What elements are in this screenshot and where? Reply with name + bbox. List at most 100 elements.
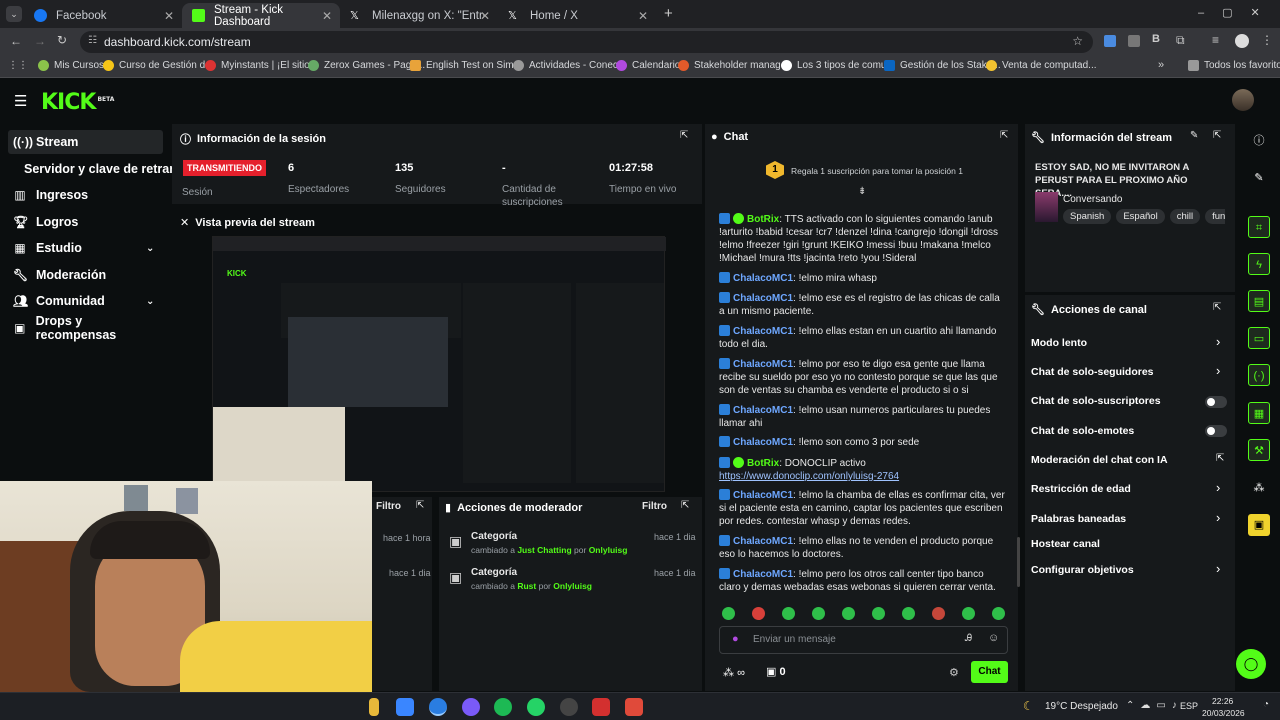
wrench-icon[interactable]: ⚒ xyxy=(1248,439,1270,461)
forward-icon[interactable]: → xyxy=(34,34,46,48)
sidebar-item-server-key[interactable]: Servidor y clave de retransm xyxy=(19,157,179,181)
language-indicator[interactable]: ESP xyxy=(1180,701,1198,711)
weather-text[interactable]: 19°C Despejado xyxy=(1045,701,1118,712)
gift-count[interactable]: ▣ 0 xyxy=(766,665,786,678)
app-icon[interactable] xyxy=(592,698,610,716)
popout-icon[interactable]: ⇱ xyxy=(681,500,689,511)
action-slow-mode[interactable]: Modo lento xyxy=(1031,337,1087,349)
tab-x-home[interactable]: 𝕏 Home / X ✕ xyxy=(498,3,656,28)
extension-icon[interactable]: B xyxy=(1152,33,1160,45)
close-icon[interactable]: ✕ xyxy=(322,9,332,23)
lightning-icon[interactable]: ϟ xyxy=(1248,253,1270,275)
sidebar-item-comunidad[interactable]: 👥︎ Comunidad ⌄ xyxy=(8,289,163,313)
notification-icon[interactable]: ◔ xyxy=(1263,699,1269,710)
new-tab-button[interactable]: + xyxy=(664,5,673,22)
url-field[interactable]: ☷ dashboard.kick.com/stream ☆ xyxy=(80,31,1093,53)
emote-icon[interactable] xyxy=(722,607,735,620)
profile-avatar[interactable] xyxy=(1235,34,1249,48)
chrome-icon[interactable] xyxy=(429,698,447,716)
tag-chip[interactable]: chill xyxy=(1169,209,1201,224)
extension-icon[interactable] xyxy=(1104,35,1116,47)
tag-chip[interactable]: Español xyxy=(1116,209,1165,224)
store-icon[interactable] xyxy=(396,698,414,716)
emote-icon[interactable] xyxy=(842,607,855,620)
send-chat-button[interactable]: Chat xyxy=(971,661,1008,683)
extension-icon[interactable] xyxy=(1128,35,1140,47)
clock-time[interactable]: 22:26 xyxy=(1212,696,1233,706)
window-controls[interactable]: –▢✕ xyxy=(1198,6,1278,19)
filter-button[interactable]: Filtro xyxy=(642,501,667,512)
file-explorer-icon[interactable] xyxy=(369,698,379,716)
sidebar-item-stream[interactable]: ((·)) Stream xyxy=(8,130,163,154)
tag-chip[interactable]: funn xyxy=(1205,209,1225,224)
menu-icon[interactable]: ⋮ xyxy=(1261,33,1273,47)
sidebar-item-logros[interactable]: 🏆︎ Logros xyxy=(8,210,163,234)
puzzle-icon[interactable]: ⧉ xyxy=(1176,33,1185,48)
action-banned-words[interactable]: Palabras baneadas xyxy=(1031,513,1126,525)
all-bookmarks-folder[interactable]: Todos los favoritos xyxy=(1188,60,1280,71)
microphone-icon[interactable]: ● xyxy=(732,633,739,645)
tag-chip[interactable]: Spanish xyxy=(1063,209,1112,224)
bookmark[interactable]: Calendario xyxy=(616,60,680,71)
hamburger-menu-icon[interactable]: ☰ xyxy=(14,92,27,110)
info-icon[interactable]: ⓘ xyxy=(1248,130,1270,152)
clip-icon[interactable]: ⌗ xyxy=(1248,216,1270,238)
obs-icon[interactable] xyxy=(560,698,578,716)
emote-icon[interactable] xyxy=(782,607,795,620)
reading-list-icon[interactable]: ≡ xyxy=(1212,33,1219,47)
subscribers-only-toggle[interactable] xyxy=(1205,396,1227,408)
action-followers-only[interactable]: Chat de solo-seguidores xyxy=(1031,366,1154,378)
bookmark[interactable]: English Test on Sim... xyxy=(410,60,522,71)
bookmark[interactable]: Los 3 tipos de comu... xyxy=(781,60,895,71)
tab-search-button[interactable]: ⌄ xyxy=(6,6,22,22)
close-icon[interactable]: ✕ xyxy=(480,9,490,23)
system-tray-icons[interactable]: ⌃☁▭♪ xyxy=(1126,700,1183,711)
popout-icon[interactable]: ⇱ xyxy=(1000,130,1008,141)
clock-date[interactable]: 20/03/2026 xyxy=(1202,708,1245,718)
emote-icon[interactable] xyxy=(812,607,825,620)
tab-facebook[interactable]: Facebook ✕ xyxy=(24,3,182,28)
translate-icon[interactable]: Ꭿ xyxy=(965,633,972,644)
stream-preview-video[interactable]: KICK xyxy=(212,236,666,493)
sidebar-item-estudio[interactable]: ▦ Estudio ⌄ xyxy=(8,236,163,260)
bookmark[interactable]: Stakeholder manag... xyxy=(678,60,789,71)
tab-kick-dashboard[interactable]: Stream - Kick Dashboard ✕ xyxy=(182,3,340,28)
close-icon[interactable]: ✕ xyxy=(164,9,174,23)
sidebar-item-drops[interactable]: ▣ Drops y recompensas xyxy=(8,314,163,342)
chevron-right-icon[interactable]: › xyxy=(1216,510,1220,525)
bookmark[interactable]: Actividades - Conec... xyxy=(513,60,626,71)
reload-icon[interactable]: ↻ xyxy=(57,33,67,47)
bookmark[interactable]: Myinstants | ¡El sitio... xyxy=(205,60,318,71)
discord-icon[interactable] xyxy=(462,698,480,716)
kick-logo[interactable]: KICK BETA xyxy=(41,90,114,115)
store-icon[interactable]: ▦ xyxy=(1248,402,1270,424)
chevron-right-icon[interactable]: › xyxy=(1216,334,1220,349)
emote-icon[interactable] xyxy=(752,607,765,620)
action-configure-goals[interactable]: Configurar objetivos xyxy=(1031,564,1134,576)
popout-icon[interactable]: ⇱ xyxy=(1213,302,1221,313)
edit-icon[interactable]: ✎ xyxy=(1190,130,1198,141)
chat-scrollbar[interactable] xyxy=(1017,537,1020,587)
action-ai-moderation[interactable]: Moderación del chat con IA xyxy=(1031,454,1168,466)
user-avatar[interactable] xyxy=(1232,89,1254,111)
bookmark[interactable]: Venta de computad... xyxy=(986,60,1097,71)
bookmark[interactable]: Gestión de los Stake... xyxy=(884,60,1001,71)
action-age-restriction[interactable]: Restricción de edad xyxy=(1031,483,1131,495)
chevron-right-icon[interactable]: › xyxy=(1216,561,1220,576)
site-info-icon[interactable]: ☷ xyxy=(88,35,97,46)
emote-icon[interactable] xyxy=(932,607,945,620)
edit-icon[interactable]: ✎ xyxy=(1248,167,1270,189)
close-icon[interactable]: ✕ xyxy=(638,9,648,23)
external-link-icon[interactable]: ⇱ xyxy=(1216,453,1224,464)
sidebar-item-ingresos[interactable]: ▥ Ingresos xyxy=(8,183,163,207)
emote-icon[interactable] xyxy=(872,607,885,620)
chat-icon[interactable]: ▭ xyxy=(1248,327,1270,349)
action-host-channel[interactable]: Hostear canal xyxy=(1031,538,1100,550)
star-icon[interactable]: ☆ xyxy=(1072,34,1083,48)
points-display[interactable]: ⁂ ∞ xyxy=(723,666,745,679)
back-icon[interactable]: ← xyxy=(10,34,22,48)
help-chat-icon[interactable]: ◯ xyxy=(1236,649,1266,679)
emote-icon[interactable] xyxy=(992,607,1005,620)
popout-icon[interactable]: ⇱ xyxy=(416,500,424,511)
category-name[interactable]: Conversando xyxy=(1063,194,1122,205)
